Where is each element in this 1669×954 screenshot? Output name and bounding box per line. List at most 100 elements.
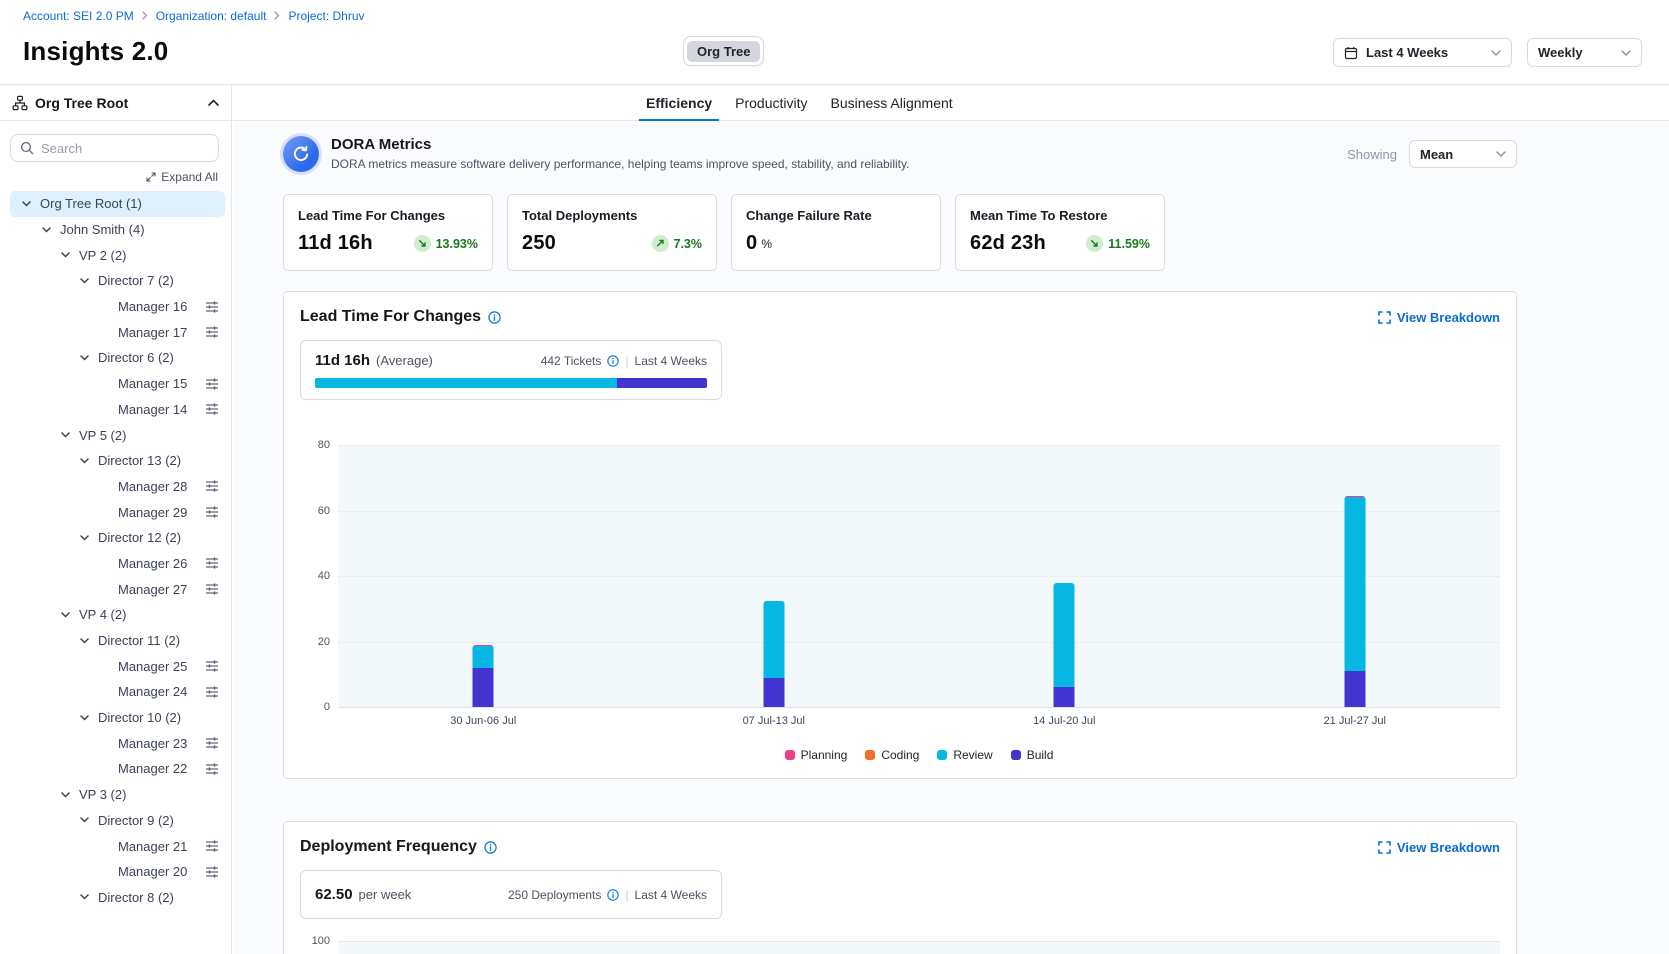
tree-item[interactable]: Manager 21 xyxy=(10,833,225,859)
tree-item[interactable]: Director 11 (2) xyxy=(10,628,225,654)
stacked-bar-14 Jul-20 Jul[interactable] xyxy=(1054,583,1075,707)
tree-item[interactable]: Director 7 (2) xyxy=(10,268,225,294)
chevron-down-icon[interactable] xyxy=(80,355,98,361)
breadcrumb-account-link[interactable]: Account: SEI 2.0 PM xyxy=(23,9,134,23)
legend-item-planning[interactable]: Planning xyxy=(785,748,848,762)
view-breakdown-link[interactable]: View Breakdown xyxy=(1378,840,1500,855)
tree-item-label: Director 8 (2) xyxy=(98,890,174,905)
tab-productivity[interactable]: Productivity xyxy=(735,85,807,121)
expand-corners-icon xyxy=(1378,311,1391,324)
tree-item[interactable]: Manager 23 xyxy=(10,730,225,756)
y-axis-tick: 40 xyxy=(300,570,330,582)
granularity-dropdown[interactable]: Weekly xyxy=(1527,38,1642,67)
filter-options-icon[interactable] xyxy=(205,583,219,595)
org-tree-toggle-button[interactable]: Org Tree xyxy=(683,36,764,66)
tree-item[interactable]: Manager 17 xyxy=(10,319,225,345)
tree-item[interactable]: Director 9 (2) xyxy=(10,808,225,834)
tree-item[interactable]: Director 10 (2) xyxy=(10,705,225,731)
tree-item[interactable]: Manager 29 xyxy=(10,499,225,525)
tree-item[interactable]: Manager 28 xyxy=(10,474,225,500)
tree-item[interactable]: Manager 15 xyxy=(10,371,225,397)
stacked-bar-30 Jun-06 Jul[interactable] xyxy=(473,645,494,707)
filter-options-icon[interactable] xyxy=(205,378,219,390)
expand-all-button[interactable]: Expand All xyxy=(146,170,218,184)
tree-item[interactable]: Org Tree Root (1) xyxy=(10,191,225,217)
chevron-down-icon[interactable] xyxy=(61,252,79,258)
chevron-down-icon[interactable] xyxy=(80,715,98,721)
chevron-down-icon[interactable] xyxy=(80,458,98,464)
metric-title: Mean Time To Restore xyxy=(970,208,1150,223)
summary-tickets: 442 Tickets xyxy=(541,354,602,368)
filter-options-icon[interactable] xyxy=(205,403,219,415)
chevron-down-icon[interactable] xyxy=(61,432,79,438)
tree-item[interactable]: Director 8 (2) xyxy=(10,885,225,911)
chevron-down-icon[interactable] xyxy=(61,792,79,798)
tab-efficiency[interactable]: Efficiency xyxy=(646,85,712,121)
search-input[interactable] xyxy=(41,141,209,156)
breadcrumb-organization-link[interactable]: Organization: default xyxy=(156,9,267,23)
legend-item-review[interactable]: Review xyxy=(937,748,992,762)
filter-options-icon[interactable] xyxy=(205,737,219,749)
stacked-bar-07 Jul-13 Jul[interactable] xyxy=(763,601,784,707)
legend-swatch xyxy=(937,750,947,760)
info-icon[interactable] xyxy=(488,311,501,324)
tree-item[interactable]: VP 3 (2) xyxy=(10,782,225,808)
chevron-down-icon[interactable] xyxy=(61,612,79,618)
filter-options-icon[interactable] xyxy=(205,840,219,852)
tree-item[interactable]: Manager 25 xyxy=(10,653,225,679)
chevron-down-icon[interactable] xyxy=(80,894,98,900)
chevron-down-icon[interactable] xyxy=(42,227,60,233)
chevron-down-icon[interactable] xyxy=(80,535,98,541)
tree-item[interactable]: Director 12 (2) xyxy=(10,525,225,551)
chevron-down-icon[interactable] xyxy=(80,638,98,644)
info-icon[interactable] xyxy=(607,889,619,901)
filter-options-icon[interactable] xyxy=(205,301,219,313)
tree-item-label: Director 9 (2) xyxy=(98,813,174,828)
showing-dropdown[interactable]: Mean xyxy=(1409,140,1517,168)
chevron-down-icon[interactable] xyxy=(22,201,40,207)
filter-options-icon[interactable] xyxy=(205,480,219,492)
filter-options-icon[interactable] xyxy=(205,660,219,672)
tree-item[interactable]: Director 6 (2) xyxy=(10,345,225,371)
legend-item-coding[interactable]: Coding xyxy=(865,748,919,762)
tree-item[interactable]: Manager 22 xyxy=(10,756,225,782)
tree-item[interactable]: Manager 26 xyxy=(10,551,225,577)
filter-options-icon[interactable] xyxy=(205,686,219,698)
tree-item[interactable]: Manager 16 xyxy=(10,294,225,320)
x-axis-label: 14 Jul-20 Jul xyxy=(1033,715,1095,727)
metric-card-lead-time[interactable]: Lead Time For Changes 11d 16h 13.93% xyxy=(283,194,493,271)
x-axis-label: 21 Jul-27 Jul xyxy=(1324,715,1386,727)
tree-item[interactable]: VP 5 (2) xyxy=(10,422,225,448)
metric-card-mean-time-to-restore[interactable]: Mean Time To Restore 62d 23h 11.59% xyxy=(955,194,1165,271)
dora-metrics-icon xyxy=(283,136,319,172)
view-breakdown-link[interactable]: View Breakdown xyxy=(1378,310,1500,325)
sidebar-collapse-button[interactable] xyxy=(208,99,219,106)
tree-item[interactable]: Manager 24 xyxy=(10,679,225,705)
chevron-down-icon[interactable] xyxy=(80,278,98,284)
tree-item[interactable]: John Smith (4) xyxy=(10,217,225,243)
tree-item[interactable]: Manager 27 xyxy=(10,576,225,602)
metric-value: 62d 23h xyxy=(970,232,1046,255)
date-range-dropdown[interactable]: Last 4 Weeks xyxy=(1333,38,1512,67)
tree-item-label: VP 2 (2) xyxy=(79,248,126,263)
tree-item[interactable]: VP 2 (2) xyxy=(10,242,225,268)
filter-options-icon[interactable] xyxy=(205,506,219,518)
legend-item-build[interactable]: Build xyxy=(1011,748,1054,762)
tree-item[interactable]: Director 13 (2) xyxy=(10,448,225,474)
info-icon[interactable] xyxy=(607,355,619,367)
filter-options-icon[interactable] xyxy=(205,326,219,338)
stacked-bar-21 Jul-27 Jul[interactable] xyxy=(1344,496,1365,707)
chevron-down-icon[interactable] xyxy=(80,817,98,823)
tree-item[interactable]: Manager 20 xyxy=(10,859,225,885)
metric-card-total-deployments[interactable]: Total Deployments 250 7.3% xyxy=(507,194,717,271)
filter-options-icon[interactable] xyxy=(205,557,219,569)
tab-business-alignment[interactable]: Business Alignment xyxy=(831,85,953,121)
tree-item[interactable]: Manager 14 xyxy=(10,397,225,423)
filter-options-icon[interactable] xyxy=(205,866,219,878)
metric-card-change-failure-rate[interactable]: Change Failure Rate 0 % xyxy=(731,194,941,271)
filter-options-icon[interactable] xyxy=(205,763,219,775)
tree-item[interactable]: VP 4 (2) xyxy=(10,602,225,628)
tree-item-label: Manager 16 xyxy=(118,299,187,314)
info-icon[interactable] xyxy=(484,841,497,854)
breadcrumb-project-link[interactable]: Project: Dhruv xyxy=(288,9,364,23)
